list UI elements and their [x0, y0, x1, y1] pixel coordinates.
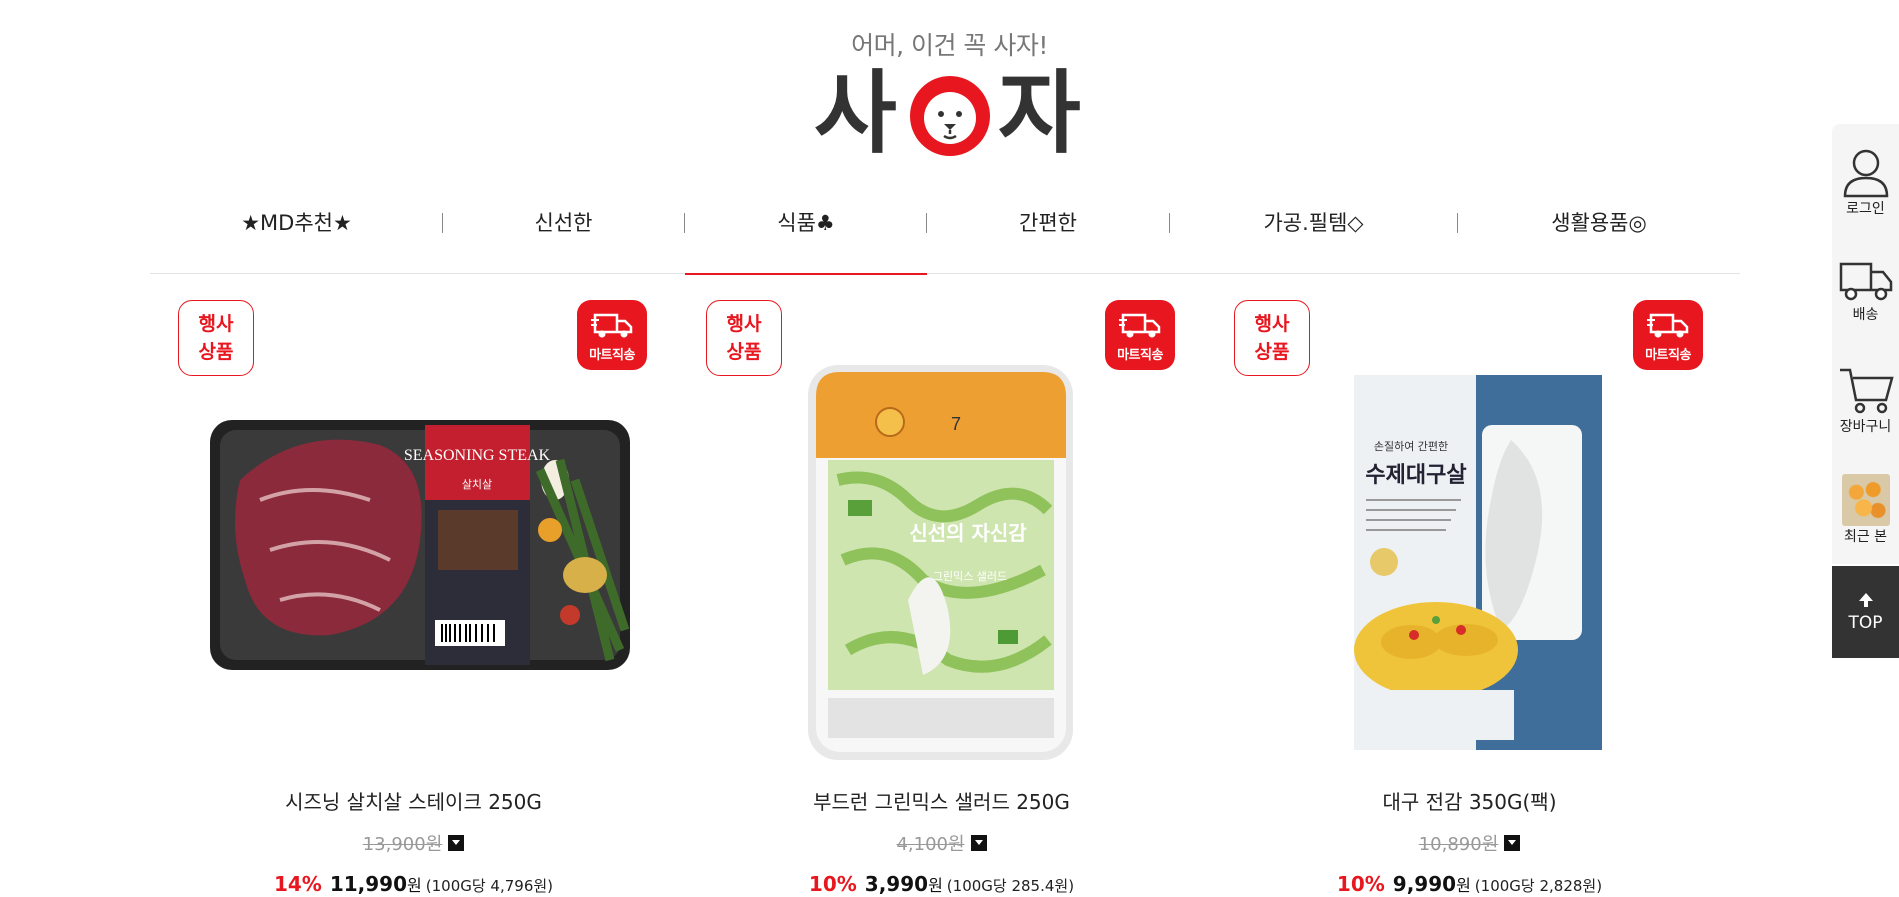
- price-dropdown-icon[interactable]: [1504, 835, 1521, 851]
- nav-item-food[interactable]: 식품♣: [685, 196, 927, 275]
- lion-logo-icon: [910, 76, 990, 156]
- category-nav: ★MD추천★ 신선한 식품♣ 간편한 가공.필템◇ 생활용품◎: [150, 196, 1740, 275]
- package-title: SEASONING STEAK: [404, 447, 551, 464]
- event-badge: 행사 상품: [1234, 300, 1310, 376]
- currency-label: 원: [928, 876, 943, 895]
- discount-rate: 10%: [1336, 872, 1385, 896]
- truck-icon: [1647, 313, 1689, 338]
- mart-delivery-badge: 마트직송: [1105, 300, 1175, 370]
- product-image[interactable]: SEASONING STEAK 살치살: [180, 330, 650, 770]
- page: 어머, 이건 꼭 사자! 사 자 ★MD추천★ 신선한 식품♣ 간편한 가공.필…: [0, 0, 1899, 897]
- original-price-row: 10,890원: [1206, 830, 1733, 856]
- sale-price-row: 10% 3,990원 (100G당 285.4원): [678, 872, 1205, 896]
- sale-price-row: 10% 9,990원 (100G당 2,828원): [1206, 872, 1733, 896]
- logo-text-right: 자: [998, 61, 1081, 166]
- quick-delivery-label: 배송: [1852, 307, 1879, 323]
- quick-cart[interactable]: 장바구니: [1832, 364, 1899, 436]
- svg-text:7: 7: [951, 414, 961, 434]
- package-title: 수제대구살: [1365, 463, 1466, 488]
- product-card[interactable]: 7 신선의 자신감 그린믹스 샐러드 행사 상품 마트직송 부드런 그린믹스 샐…: [678, 300, 1175, 897]
- quick-recent-label: 최근 본: [1843, 529, 1888, 545]
- nav-item-md[interactable]: ★MD추천★: [150, 196, 443, 274]
- event-badge: 행사 상품: [706, 300, 782, 376]
- quick-delivery[interactable]: 배송: [1832, 256, 1899, 324]
- site-logo[interactable]: 사 자: [812, 64, 1086, 164]
- mart-badge-label: 마트직송: [589, 348, 635, 363]
- currency-label: 원: [1456, 876, 1471, 895]
- nav-item-easy[interactable]: 간편한: [927, 196, 1169, 274]
- mart-delivery-badge: 마트직송: [1633, 300, 1703, 370]
- original-price-row: 13,900원: [150, 830, 677, 856]
- product-card[interactable]: SEASONING STEAK 살치살 행사 상품 마트직송 시즈닝 살치살 스…: [150, 300, 647, 897]
- discount-rate: 10%: [808, 872, 857, 896]
- nav-item-fresh[interactable]: 신선한: [443, 196, 684, 274]
- original-price-row: 4,100원: [678, 830, 1205, 856]
- price-dropdown-icon[interactable]: [970, 835, 987, 851]
- truck-icon: [591, 313, 633, 338]
- product-image[interactable]: 손질하여 간편한 수제대구살: [1236, 330, 1706, 770]
- package-title: 신선의 자신감: [909, 521, 1027, 545]
- original-price: 4,100원: [896, 834, 965, 855]
- tagline: 어머, 이건 꼭 사자!: [851, 31, 1048, 60]
- arrow-up-icon: [1858, 593, 1873, 607]
- sale-price: 3,990: [864, 872, 929, 896]
- quick-cart-label: 장바구니: [1839, 419, 1892, 435]
- quick-recent[interactable]: 최근 본: [1832, 474, 1899, 546]
- package-subtitle: 살치살: [462, 478, 492, 491]
- scroll-top-label: TOP: [1848, 613, 1883, 633]
- unit-price: (100G당 285.4원): [946, 877, 1075, 895]
- recent-product-thumbnail[interactable]: [1841, 474, 1890, 526]
- scroll-top-button[interactable]: TOP: [1832, 566, 1899, 658]
- event-badge: 행사 상품: [178, 300, 254, 376]
- sale-price: 11,990: [329, 872, 408, 896]
- original-price: 13,900원: [362, 834, 443, 855]
- mart-delivery-badge: 마트직송: [577, 300, 647, 370]
- nav-item-processed[interactable]: 가공.필템◇: [1170, 196, 1457, 274]
- original-price: 10,890원: [1418, 834, 1499, 855]
- quick-login-label: 로그인: [1846, 201, 1885, 217]
- product-name[interactable]: 부드런 그린믹스 샐러드 250G: [678, 786, 1205, 815]
- delivery-truck-icon: [1839, 262, 1892, 301]
- package-subtitle: 그린믹스 샐러드: [933, 570, 1007, 583]
- quick-menu: 로그인 배송 장바구니 최근 본 TOP: [1832, 124, 1899, 658]
- sale-price-row: 14% 11,990원 (100G당 4,796원): [150, 872, 677, 896]
- package-subtitle: 손질하여 간편한: [1374, 439, 1448, 453]
- nav-item-living[interactable]: 생활용품◎: [1458, 196, 1740, 274]
- unit-price: (100G당 4,796원): [425, 877, 554, 895]
- mart-badge-label: 마트직송: [1645, 348, 1691, 363]
- currency-label: 원: [407, 876, 422, 895]
- cart-icon: [1839, 368, 1894, 414]
- mart-badge-label: 마트직송: [1117, 348, 1163, 363]
- discount-rate: 14%: [273, 872, 322, 896]
- logo-text-left: 사: [814, 61, 897, 166]
- price-dropdown-icon[interactable]: [448, 835, 465, 851]
- product-name[interactable]: 대구 전감 350G(팩): [1206, 786, 1733, 815]
- product-name[interactable]: 시즈닝 살치살 스테이크 250G: [150, 786, 677, 815]
- sale-price: 9,990: [1392, 872, 1457, 896]
- quick-login[interactable]: 로그인: [1832, 146, 1899, 218]
- unit-price: (100G당 2,828원): [1474, 877, 1603, 895]
- truck-icon: [1119, 313, 1161, 338]
- product-card[interactable]: 손질하여 간편한 수제대구살 행사 상품 마트직송 대구 전감 350G(팩) …: [1206, 300, 1703, 897]
- user-icon: [1843, 149, 1888, 198]
- product-image[interactable]: 7 신선의 자신감 그린믹스 샐러드: [708, 330, 1178, 770]
